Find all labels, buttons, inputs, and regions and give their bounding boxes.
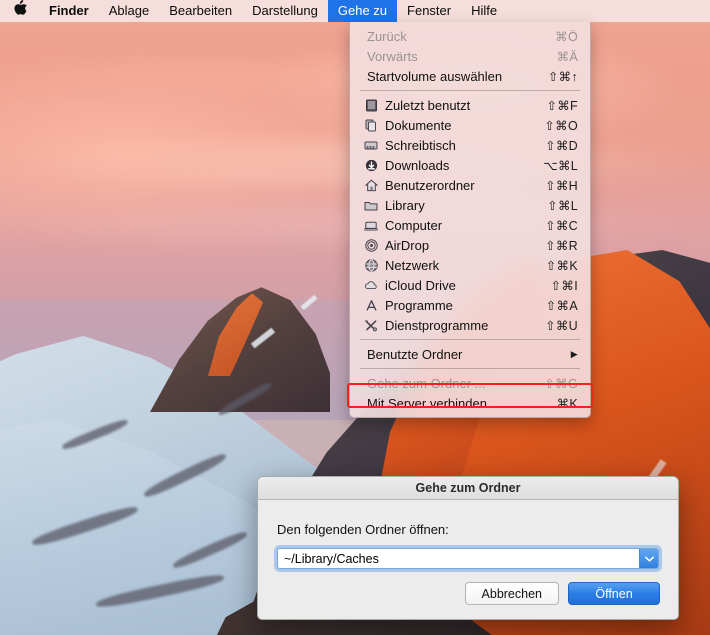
- menu-item-shortcut: ⇧⌘K: [545, 258, 578, 273]
- folder-icon: [362, 199, 380, 212]
- menu-item-shortcut: ⌘Ö: [555, 29, 578, 44]
- menu-item-label: iCloud Drive: [385, 277, 456, 293]
- apple-menu-icon[interactable]: [0, 0, 39, 22]
- cancel-button[interactable]: Abbrechen: [464, 582, 559, 605]
- menu-item-label: Computer: [385, 217, 443, 233]
- menu-item-shortcut: ⇧⌘L: [547, 198, 578, 213]
- menubar-item-fenster[interactable]: Fenster: [397, 0, 461, 22]
- menu-item-label: Dokumente: [385, 117, 452, 133]
- menu-item-gehe-zum-ordner[interactable]: Gehe zum Ordner ... ⇧⌘G: [350, 373, 590, 393]
- menu-item-programme[interactable]: Programme ⇧⌘A: [350, 295, 590, 315]
- menu-item-shortcut: ⇧⌘C: [545, 218, 578, 233]
- menu-item-benutzte-ordner[interactable]: Benutzte Ordner ▶: [350, 344, 590, 364]
- desktop-icon: [362, 139, 380, 152]
- documents-icon: [362, 119, 380, 132]
- gehe-zu-dropdown-menu: Zurück ⌘Ö Vorwärts ⌘Ä Startvolume auswäh…: [349, 22, 591, 418]
- menu-item-label: Programme: [385, 297, 453, 313]
- menu-item-shortcut: ⇧⌘G: [544, 376, 578, 391]
- menu-item-shortcut: ⇧⌘O: [544, 118, 578, 133]
- menu-item-label: Benutzte Ordner: [367, 346, 463, 362]
- folder-path-input[interactable]: [278, 549, 639, 568]
- menu-item-schreibtisch[interactable]: Schreibtisch ⇧⌘D: [350, 135, 590, 155]
- dialog-title: Gehe zum Ordner: [258, 477, 678, 500]
- menubar-item-hilfe[interactable]: Hilfe: [461, 0, 507, 22]
- menu-item-label: Netzwerk: [385, 257, 440, 273]
- menu-item-library[interactable]: Library ⇧⌘L: [350, 195, 590, 215]
- icloud-icon: [362, 279, 380, 292]
- menu-item-startvolume-auswaehlen[interactable]: Startvolume auswählen ⇧⌘↑: [350, 66, 590, 86]
- menu-item-label: Benutzerordner: [385, 177, 475, 193]
- menu-item-label: Gehe zum Ordner ...: [367, 375, 486, 391]
- menu-item-shortcut: ⇧⌘F: [546, 98, 578, 113]
- menu-item-shortcut: ⇧⌘D: [545, 138, 578, 153]
- menu-item-shortcut: ⌘K: [556, 396, 578, 411]
- menu-item-label: Dienstprogramme: [385, 317, 489, 333]
- menu-item-netzwerk[interactable]: Netzwerk ⇧⌘K: [350, 255, 590, 275]
- menu-item-benutzerordner[interactable]: Benutzerordner ⇧⌘H: [350, 175, 590, 195]
- menu-item-shortcut: ⇧⌘I: [550, 278, 578, 293]
- menu-separator: [360, 368, 580, 369]
- menubar-item-gehe-zu[interactable]: Gehe zu: [327, 0, 398, 22]
- menu-item-label: Startvolume auswählen: [367, 68, 503, 84]
- gehe-zum-ordner-dialog: Gehe zum Ordner Den folgenden Ordner öff…: [257, 476, 679, 620]
- network-globe-icon: [362, 258, 380, 272]
- home-icon: [362, 179, 380, 192]
- menu-item-icloud-drive[interactable]: iCloud Drive ⇧⌘I: [350, 275, 590, 295]
- menu-item-shortcut: ⇧⌘↑: [547, 69, 578, 84]
- menu-item-label: Schreibtisch: [385, 137, 456, 153]
- menu-item-downloads[interactable]: Downloads ⌥⌘L: [350, 155, 590, 175]
- dialog-body: Den folgenden Ordner öffnen:: [258, 500, 678, 569]
- downloads-icon: [362, 159, 380, 172]
- menubar-item-bearbeiten[interactable]: Bearbeiten: [159, 0, 242, 22]
- menu-item-label: Mit Server verbinden ...: [367, 395, 502, 411]
- chevron-down-icon[interactable]: [639, 549, 658, 568]
- menu-item-shortcut: ⇧⌘R: [545, 238, 578, 253]
- menu-item-label: Vorwärts: [367, 48, 418, 64]
- menu-item-shortcut: ⇧⌘H: [545, 178, 578, 193]
- dialog-prompt-label: Den folgenden Ordner öffnen:: [277, 522, 449, 537]
- menubar-item-darstellung[interactable]: Darstellung: [242, 0, 328, 22]
- menu-item-zuletzt-benutzt[interactable]: Zuletzt benutzt ⇧⌘F: [350, 95, 590, 115]
- menubar-item-ablage[interactable]: Ablage: [99, 0, 159, 22]
- menu-item-label: Zurück: [367, 28, 407, 44]
- airdrop-icon: [362, 238, 380, 252]
- menu-item-vorwaerts[interactable]: Vorwärts ⌘Ä: [350, 46, 590, 66]
- menu-item-shortcut: ⌘Ä: [556, 49, 578, 64]
- menu-item-label: Library: [385, 197, 425, 213]
- open-button[interactable]: Öffnen: [568, 582, 660, 605]
- computer-icon: [362, 219, 380, 232]
- applications-icon: [362, 299, 380, 312]
- menu-item-shortcut: ⇧⌘U: [545, 318, 578, 333]
- menu-item-dokumente[interactable]: Dokumente ⇧⌘O: [350, 115, 590, 135]
- menu-separator: [360, 90, 580, 91]
- menu-item-computer[interactable]: Computer ⇧⌘C: [350, 215, 590, 235]
- menu-item-shortcut: ⇧⌘A: [545, 298, 578, 313]
- utilities-icon: [362, 319, 380, 332]
- menu-bar: Finder Ablage Bearbeiten Darstellung Geh…: [0, 0, 710, 22]
- menu-item-label: Zuletzt benutzt: [385, 97, 471, 113]
- clock-document-icon: [362, 99, 380, 112]
- menu-item-shortcut: ⌥⌘L: [543, 158, 578, 173]
- menubar-item-finder[interactable]: Finder: [39, 0, 99, 22]
- submenu-arrow-icon: ▶: [570, 348, 578, 359]
- menu-item-mit-server-verbinden[interactable]: Mit Server verbinden ... ⌘K: [350, 393, 590, 413]
- menu-separator: [360, 339, 580, 340]
- menu-item-label: AirDrop: [385, 237, 430, 253]
- menu-item-zurueck[interactable]: Zurück ⌘Ö: [350, 26, 590, 46]
- folder-path-combobox[interactable]: [277, 548, 659, 569]
- menu-item-airdrop[interactable]: AirDrop ⇧⌘R: [350, 235, 590, 255]
- menu-item-dienstprogramme[interactable]: Dienstprogramme ⇧⌘U: [350, 315, 590, 335]
- dialog-button-row: Abbrechen Öffnen: [464, 582, 660, 605]
- menu-item-label: Downloads: [385, 157, 450, 173]
